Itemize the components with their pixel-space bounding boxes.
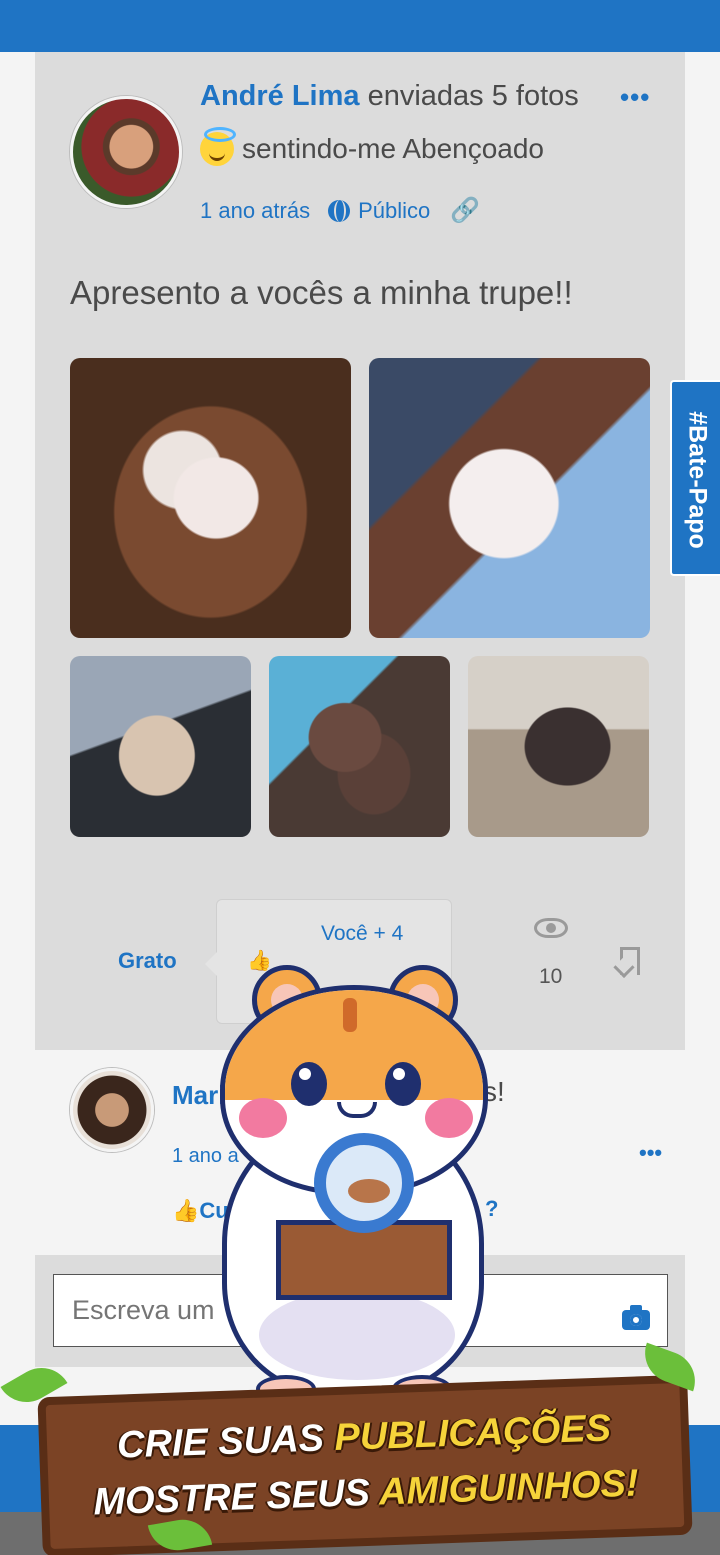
commenter-name[interactable]: Mari [172, 1080, 225, 1111]
post-action: enviadas 5 fotos [367, 80, 579, 112]
post-text: Apresento a vocês a minha trupe!! [70, 274, 573, 311]
hamster-mascot [220, 965, 490, 1405]
hamster-eye-left [291, 1062, 327, 1106]
hamster-eye-right [385, 1062, 421, 1106]
post-photo-3[interactable] [70, 656, 251, 837]
grato-reaction-button[interactable]: Grato [118, 948, 177, 974]
chat-side-tab[interactable]: #Bate-Papo [670, 380, 720, 576]
feeling-text: sentindo-me Abençoado [242, 133, 544, 164]
promo-line-2-yellow: AMIGUINHOS! [378, 1462, 640, 1514]
thumbs-up-outline-icon: 👍 [172, 1198, 200, 1223]
promo-banner: CRIE SUAS PUBLICAÇÕES MOSTRE SEUS AMIGUI… [37, 1374, 693, 1555]
post-photo-1[interactable] [70, 358, 351, 638]
angel-emoji-icon [200, 127, 236, 166]
top-bar [0, 0, 720, 52]
hamster-cheek-left [239, 1098, 287, 1138]
chat-side-tab-label: #Bate-Papo [683, 411, 712, 549]
post-photo-2[interactable] [369, 358, 650, 638]
hamster-stripe [343, 998, 357, 1032]
camera-icon[interactable] [622, 1305, 650, 1330]
bookmark-icon[interactable] [620, 947, 640, 975]
promo-line-2-white: MOSTRE SEUS [92, 1471, 380, 1524]
hamster-belly [259, 1290, 455, 1380]
globe-icon [328, 199, 351, 222]
link-icon[interactable]: 🔗 [450, 196, 480, 225]
hamster-cheek-right [425, 1098, 473, 1138]
post-photo-4[interactable] [269, 656, 450, 837]
feeling-row: sentindo-me Abençoado [200, 127, 544, 166]
post-photo-5[interactable] [468, 656, 649, 837]
author-name[interactable]: André Lima [200, 80, 360, 112]
commenter-avatar[interactable] [70, 1068, 154, 1152]
hamster-wheel-icon [314, 1133, 414, 1233]
post-header: André Lima enviadas 5 fotos [200, 80, 579, 113]
promo-line-1-white: CRIE SUAS [116, 1417, 336, 1467]
views-count: 10 [539, 965, 563, 988]
reactions-summary[interactable]: Você + 4 [321, 922, 403, 946]
post-meta: 1 ano atrás Público 🔗 [200, 196, 480, 225]
post-card: André Lima enviadas 5 fotos ••• sentindo… [35, 52, 685, 1050]
promo-line-1: CRIE SUAS PUBLICAÇÕES [46, 1405, 681, 1470]
promo-line-2: MOSTRE SEUS AMIGUINHOS! [48, 1461, 683, 1526]
eye-icon [534, 918, 568, 938]
author-avatar[interactable] [70, 96, 182, 208]
visibility-label[interactable]: Público [358, 198, 430, 224]
post-time[interactable]: 1 ano atrás [200, 198, 310, 224]
comment-menu-icon[interactable]: ••• [639, 1140, 662, 1166]
post-menu-icon[interactable]: ••• [620, 82, 650, 113]
promo-line-1-yellow: PUBLICAÇÕES [333, 1407, 612, 1460]
hamster-mouth [337, 1102, 377, 1118]
